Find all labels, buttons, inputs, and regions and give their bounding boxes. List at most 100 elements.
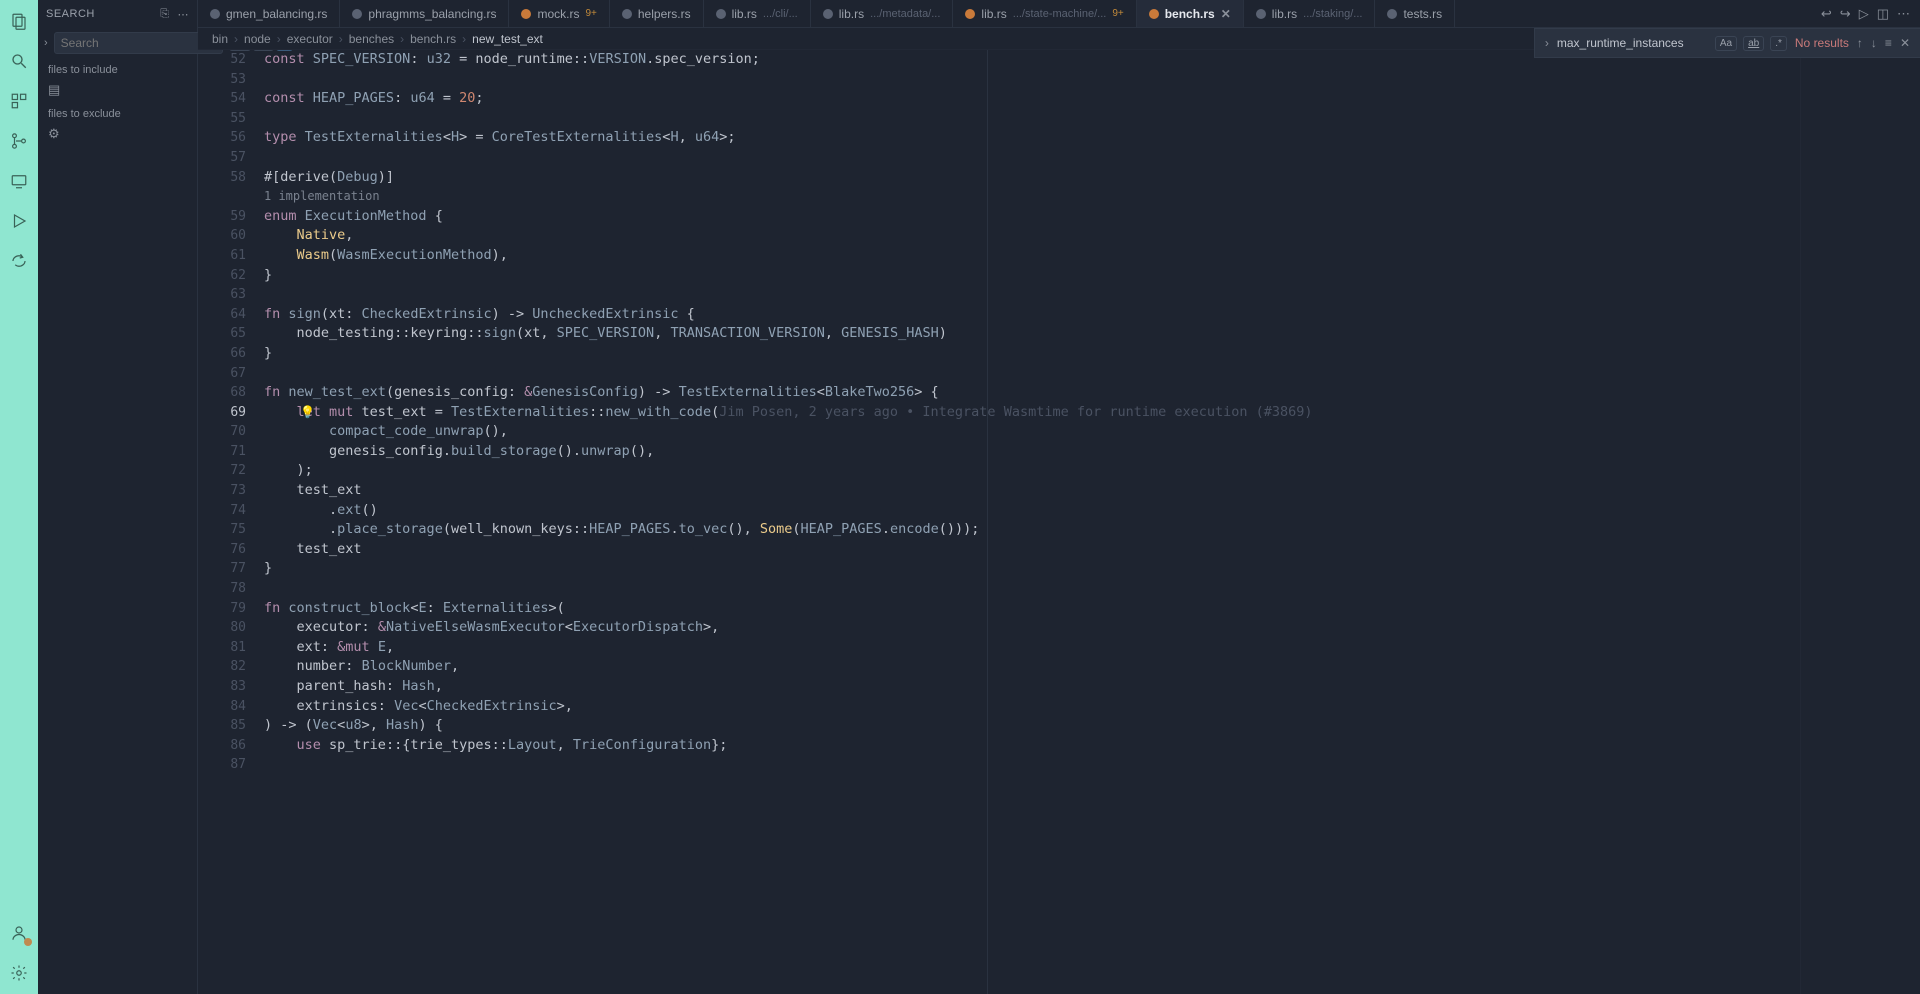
split-editor-icon[interactable]: ◫ (1877, 6, 1889, 22)
use-exclude-settings-icon[interactable]: ⚙ (48, 126, 60, 142)
code-line[interactable]: .place_storage(well_known_keys::HEAP_PAG… (264, 520, 1800, 540)
code-line[interactable]: const HEAP_PAGES: u64 = 20; (264, 89, 1800, 109)
breadcrumb-segment[interactable]: new_test_ext (472, 32, 543, 46)
dirty-indicator: 9+ (1112, 8, 1123, 19)
code-line[interactable]: executor: &NativeElseWasmExecutor<Execut… (264, 618, 1800, 638)
code-line[interactable]: test_ext (264, 481, 1800, 501)
editor-tab[interactable]: bench.rs ✕ (1137, 0, 1244, 27)
editor-tab[interactable]: tests.rs (1375, 0, 1455, 27)
tab-path-hint: .../state-machine/... (1013, 8, 1107, 20)
file-icon (521, 9, 531, 19)
code-line[interactable]: #[derive(Debug)] (264, 168, 1800, 188)
source-control-icon[interactable] (8, 130, 30, 152)
editor-tab[interactable]: lib.rs .../state-machine/... 9+ (953, 0, 1136, 27)
search-panel-header: SEARCH ⎘ ⋯ (38, 0, 197, 28)
code-line[interactable]: use sp_trie::{trie_types::Layout, TrieCo… (264, 736, 1800, 756)
code-line[interactable]: genesis_config.build_storage().unwrap(), (264, 442, 1800, 462)
files-include-label: files to include (38, 58, 197, 78)
go-back-icon[interactable]: ↩ (1821, 6, 1832, 22)
code-line[interactable]: test_ext (264, 540, 1800, 560)
lightbulb-icon[interactable]: 💡 (300, 403, 315, 423)
code-line[interactable]: 1 implementation (264, 187, 1800, 207)
editor-tab[interactable]: lib.rs .../staking/... (1244, 0, 1376, 27)
editor-tab[interactable]: lib.rs .../cli/... (704, 0, 811, 27)
minimap[interactable] (1800, 50, 1920, 994)
tab-label: phragmms_balancing.rs (368, 7, 496, 21)
code-line[interactable]: fn construct_block<E: Externalities>( (264, 599, 1800, 619)
run-icon[interactable]: ▷ (1859, 6, 1869, 22)
editor-tabs: gmen_balancing.rs phragmms_balancing.rs … (198, 0, 1920, 28)
close-icon[interactable]: ✕ (1221, 7, 1231, 21)
more-icon[interactable]: ⋯ (1897, 6, 1910, 22)
remote-icon[interactable] (8, 170, 30, 192)
find-input[interactable] (1557, 36, 1707, 50)
extensions-icon[interactable] (8, 90, 30, 112)
new-search-editor-icon[interactable]: ⎘ (160, 8, 169, 21)
close-icon[interactable]: ✕ (1900, 36, 1910, 50)
editor-tab[interactable]: phragmms_balancing.rs (340, 0, 509, 27)
match-case-toggle[interactable]: Aa (1715, 36, 1737, 51)
editor-tab[interactable]: lib.rs .../metadata/... (811, 0, 954, 27)
code-line[interactable]: parent_hash: Hash, (264, 677, 1800, 697)
account-icon[interactable] (8, 922, 30, 944)
code-line[interactable]: .ext() (264, 501, 1800, 521)
code-editor[interactable]: 5253545556575859606162636465666768697071… (198, 50, 1800, 994)
find-in-selection-icon[interactable]: ≡ (1885, 36, 1892, 50)
more-icon[interactable]: ⋯ (178, 8, 190, 21)
whole-word-toggle[interactable]: ab (1743, 36, 1764, 51)
file-icon (716, 9, 726, 19)
explorer-icon[interactable] (8, 10, 30, 32)
code-line[interactable]: type TestExternalities<H> = CoreTestExte… (264, 128, 1800, 148)
find-prev-icon[interactable]: ↑ (1857, 36, 1863, 50)
breadcrumb-separator: › (462, 32, 466, 46)
breadcrumb-segment[interactable]: benches (349, 32, 394, 46)
search-icon[interactable] (8, 50, 30, 72)
breadcrumb-segment[interactable]: bin (212, 32, 228, 46)
code-line[interactable]: ); (264, 461, 1800, 481)
breadcrumb-segment[interactable]: executor (287, 32, 333, 46)
code-line[interactable]: 💡 let mut test_ext = TestExternalities::… (264, 403, 1800, 423)
run-debug-icon[interactable] (8, 210, 30, 232)
tab-label: lib.rs (732, 7, 757, 21)
code-line[interactable] (264, 109, 1800, 129)
code-line[interactable]: } (264, 266, 1800, 286)
code-line[interactable] (264, 70, 1800, 90)
search-panel-title: SEARCH (46, 8, 95, 20)
code-lens[interactable]: 1 implementation (264, 187, 380, 207)
editor-tab[interactable]: helpers.rs (610, 0, 704, 27)
breadcrumb-segment[interactable]: bench.rs (410, 32, 456, 46)
code-line[interactable] (264, 755, 1800, 775)
go-forward-icon[interactable]: ↪ (1840, 6, 1851, 22)
code-line[interactable]: compact_code_unwrap(), (264, 422, 1800, 442)
code-line[interactable]: Wasm(WasmExecutionMethod), (264, 246, 1800, 266)
code-line[interactable]: Native, (264, 226, 1800, 246)
editor-tab[interactable]: mock.rs 9+ (509, 0, 609, 27)
editor-tab[interactable]: gmen_balancing.rs (198, 0, 340, 27)
code-line[interactable]: extrinsics: Vec<CheckedExtrinsic>, (264, 697, 1800, 717)
code-line[interactable]: ) -> (Vec<u8>, Hash) { (264, 716, 1800, 736)
code-line[interactable]: ext: &mut E, (264, 638, 1800, 658)
code-line[interactable] (264, 148, 1800, 168)
code-line[interactable]: number: BlockNumber, (264, 657, 1800, 677)
code-line[interactable] (264, 285, 1800, 305)
code-content[interactable]: const SPEC_VERSION: u32 = node_runtime::… (256, 50, 1800, 994)
code-line[interactable] (264, 364, 1800, 384)
regex-toggle[interactable]: .* (1770, 36, 1787, 51)
breadcrumb-segment[interactable]: node (244, 32, 271, 46)
breadcrumb-separator: › (234, 32, 238, 46)
code-line[interactable]: enum ExecutionMethod { (264, 207, 1800, 227)
open-editors-filter-icon[interactable]: ▤ (48, 82, 60, 98)
find-next-icon[interactable]: ↓ (1871, 36, 1877, 50)
settings-gear-icon[interactable] (8, 962, 30, 984)
chevron-right-icon[interactable]: › (1545, 36, 1549, 50)
code-line[interactable] (264, 579, 1800, 599)
code-line[interactable]: node_testing::keyring::sign(xt, SPEC_VER… (264, 324, 1800, 344)
code-line[interactable]: fn new_test_ext(genesis_config: &Genesis… (264, 383, 1800, 403)
code-line[interactable]: } (264, 344, 1800, 364)
chevron-right-icon[interactable]: › (44, 37, 48, 49)
tab-label: gmen_balancing.rs (226, 7, 327, 21)
code-line[interactable]: } (264, 559, 1800, 579)
file-icon (1387, 9, 1397, 19)
share-icon[interactable] (8, 250, 30, 272)
code-line[interactable]: fn sign(xt: CheckedExtrinsic) -> Uncheck… (264, 305, 1800, 325)
